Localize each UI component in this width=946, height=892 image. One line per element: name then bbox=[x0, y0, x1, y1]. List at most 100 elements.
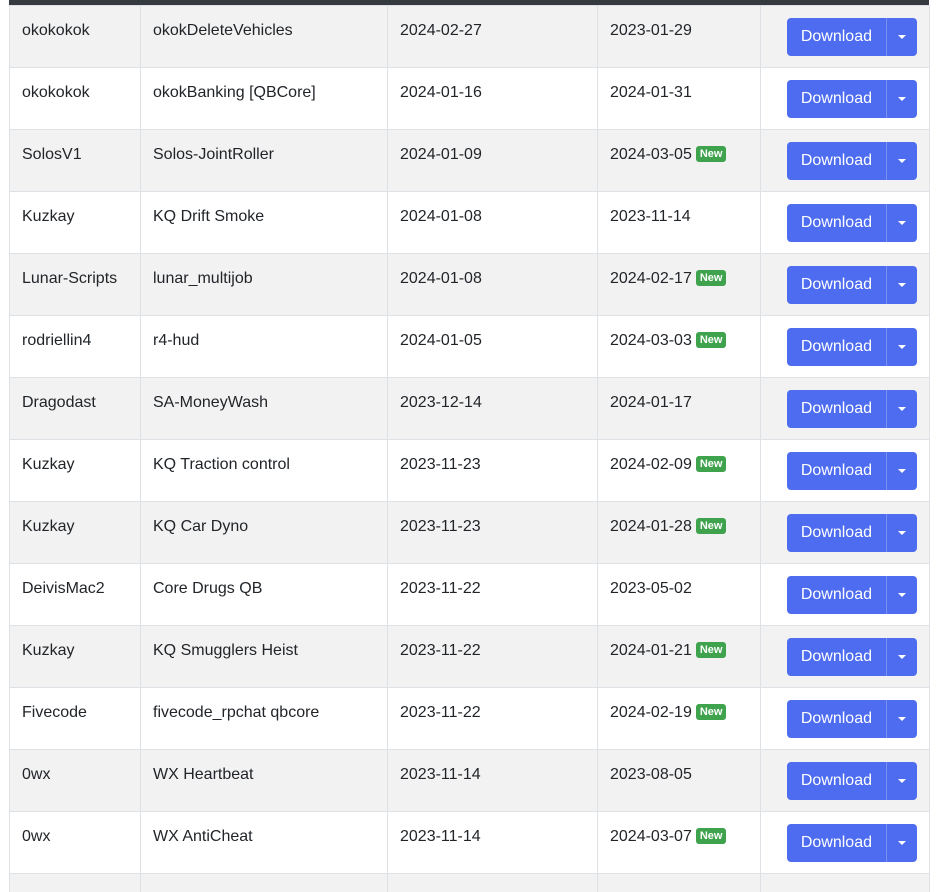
caret-down-icon bbox=[898, 97, 906, 101]
released-date: 2023-12-14 bbox=[400, 394, 482, 411]
author-cell: 0wx bbox=[9, 811, 141, 874]
table-row: Fivecode fivecode_rpchat qbcore 2023-11-… bbox=[9, 687, 930, 750]
download-dropdown-toggle[interactable] bbox=[887, 576, 917, 614]
download-button[interactable]: Download bbox=[786, 700, 887, 738]
author-cell: rodriellin4 bbox=[9, 315, 141, 378]
resource-name[interactable]: Core Drugs QB bbox=[153, 580, 262, 597]
author-cell: Kuzkay bbox=[9, 625, 141, 688]
download-dropdown-toggle[interactable] bbox=[887, 824, 917, 862]
author-name[interactable]: Kuzkay bbox=[22, 456, 74, 473]
download-button[interactable]: Download bbox=[786, 328, 887, 366]
download-button[interactable]: Download bbox=[786, 18, 887, 56]
download-button[interactable]: Download bbox=[786, 452, 887, 490]
new-badge: New bbox=[695, 456, 727, 472]
download-button-group: Download bbox=[786, 18, 917, 56]
download-dropdown-toggle[interactable] bbox=[887, 18, 917, 56]
caret-down-icon bbox=[898, 779, 906, 783]
download-dropdown-toggle[interactable] bbox=[887, 700, 917, 738]
download-button[interactable]: Download bbox=[786, 204, 887, 242]
updated-date: 2024-03-07 bbox=[610, 828, 692, 845]
caret-down-icon bbox=[898, 531, 906, 535]
caret-down-icon bbox=[898, 407, 906, 411]
caret-down-icon bbox=[898, 35, 906, 39]
resource-name[interactable]: WX Heartbeat bbox=[153, 766, 253, 783]
new-badge: New bbox=[695, 828, 727, 844]
released-date: 2024-01-09 bbox=[400, 146, 482, 163]
table-row: Kuzkay KQ Smugglers Heist 2023-11-22 202… bbox=[9, 625, 930, 688]
author-name[interactable]: Kuzkay bbox=[22, 518, 74, 535]
download-dropdown-toggle[interactable] bbox=[887, 80, 917, 118]
download-dropdown-toggle[interactable] bbox=[887, 328, 917, 366]
download-dropdown-toggle[interactable] bbox=[887, 638, 917, 676]
resource-name[interactable]: KQ Drift Smoke bbox=[153, 208, 264, 225]
download-button[interactable]: Download bbox=[786, 266, 887, 304]
released-date: 2023-11-22 bbox=[400, 704, 481, 721]
updated-date: 2024-02-09 bbox=[610, 456, 692, 473]
resource-name[interactable]: Solos-JointRoller bbox=[153, 146, 274, 163]
resource-name[interactable]: r4-hud bbox=[153, 332, 199, 349]
resource-name[interactable]: KQ Car Dyno bbox=[153, 518, 248, 535]
actions-cell: Download bbox=[760, 377, 930, 440]
resource-name[interactable]: SA-MoneyWash bbox=[153, 394, 268, 411]
released-date: 2023-11-23 bbox=[400, 518, 481, 535]
download-dropdown-toggle[interactable] bbox=[887, 204, 917, 242]
download-button-group: Download bbox=[786, 80, 917, 118]
author-name[interactable]: DeivisMac2 bbox=[22, 580, 105, 597]
resource-name[interactable]: okokBanking [QBCore] bbox=[153, 84, 316, 101]
updated-date: 2023-08-05 bbox=[610, 766, 692, 783]
download-dropdown-toggle[interactable] bbox=[887, 142, 917, 180]
resource-name[interactable]: lunar_multijob bbox=[153, 270, 253, 287]
author-name[interactable]: Fivecode bbox=[22, 704, 87, 721]
resource-name-cell: okokBanking [QBCore] bbox=[140, 67, 388, 130]
download-dropdown-toggle[interactable] bbox=[887, 266, 917, 304]
download-button[interactable]: Download bbox=[786, 762, 887, 800]
author-name[interactable]: SolosV1 bbox=[22, 146, 82, 163]
author-name[interactable]: Kuzkay bbox=[22, 208, 74, 225]
new-badge: New bbox=[695, 642, 727, 658]
author-name[interactable]: okokokok bbox=[22, 22, 90, 39]
resource-name[interactable]: KQ Traction control bbox=[153, 456, 290, 473]
released-date: 2023-11-22 bbox=[400, 580, 481, 597]
author-cell: SolosV1 bbox=[9, 129, 141, 192]
actions-cell: Download bbox=[760, 67, 930, 130]
download-button[interactable]: Download bbox=[786, 514, 887, 552]
author-name[interactable]: Kuzkay bbox=[22, 642, 74, 659]
resource-name[interactable]: KQ Smugglers Heist bbox=[153, 642, 298, 659]
author-name[interactable]: 0wx bbox=[22, 766, 50, 783]
released-date: 2023-11-23 bbox=[400, 456, 481, 473]
author-name[interactable]: okokokok bbox=[22, 84, 90, 101]
updated-date-cell: 2023-08-05New bbox=[597, 749, 761, 812]
released-date: 2024-01-16 bbox=[400, 84, 482, 101]
download-button[interactable]: Download bbox=[786, 80, 887, 118]
table-row: Lunar-Scripts lunar_multijob 2024-01-08 … bbox=[9, 253, 930, 316]
author-name[interactable]: 0wx bbox=[22, 828, 50, 845]
download-dropdown-toggle[interactable] bbox=[887, 452, 917, 490]
resource-name-cell: WX Heartbeat bbox=[140, 749, 388, 812]
download-button[interactable]: Download bbox=[786, 824, 887, 862]
download-button[interactable]: Download bbox=[786, 142, 887, 180]
author-name[interactable]: rodriellin4 bbox=[22, 332, 91, 349]
new-badge: New bbox=[695, 270, 727, 286]
resource-name[interactable]: okokDeleteVehicles bbox=[153, 22, 293, 39]
download-button[interactable]: Download bbox=[786, 576, 887, 614]
download-dropdown-toggle[interactable] bbox=[887, 514, 917, 552]
actions-cell: Download bbox=[760, 129, 930, 192]
table-row: Kuzkay KQ Drift Smoke 2024-01-08 2023-11… bbox=[9, 191, 930, 254]
author-name[interactable]: Dragodast bbox=[22, 394, 96, 411]
new-badge: New bbox=[695, 704, 727, 720]
resource-name-cell: KQ Car Dyno bbox=[140, 501, 388, 564]
actions-cell: Download bbox=[760, 501, 930, 564]
author-name[interactable]: Lunar-Scripts bbox=[22, 270, 117, 287]
resource-name[interactable]: WX AntiCheat bbox=[153, 828, 253, 845]
resource-name-cell: WX AntiCheat bbox=[140, 811, 388, 874]
download-button[interactable]: Download bbox=[786, 638, 887, 676]
download-dropdown-toggle[interactable] bbox=[887, 390, 917, 428]
download-dropdown-toggle[interactable] bbox=[887, 762, 917, 800]
resource-name-cell: KQ Drift Smoke bbox=[140, 191, 388, 254]
download-button[interactable]: Download bbox=[786, 390, 887, 428]
author-cell: Fivecode bbox=[9, 687, 141, 750]
updated-date: 2024-02-17 bbox=[610, 270, 692, 287]
actions-cell: Download bbox=[760, 253, 930, 316]
resource-name[interactable]: fivecode_rpchat qbcore bbox=[153, 704, 319, 721]
download-button-group: Download bbox=[786, 762, 917, 800]
